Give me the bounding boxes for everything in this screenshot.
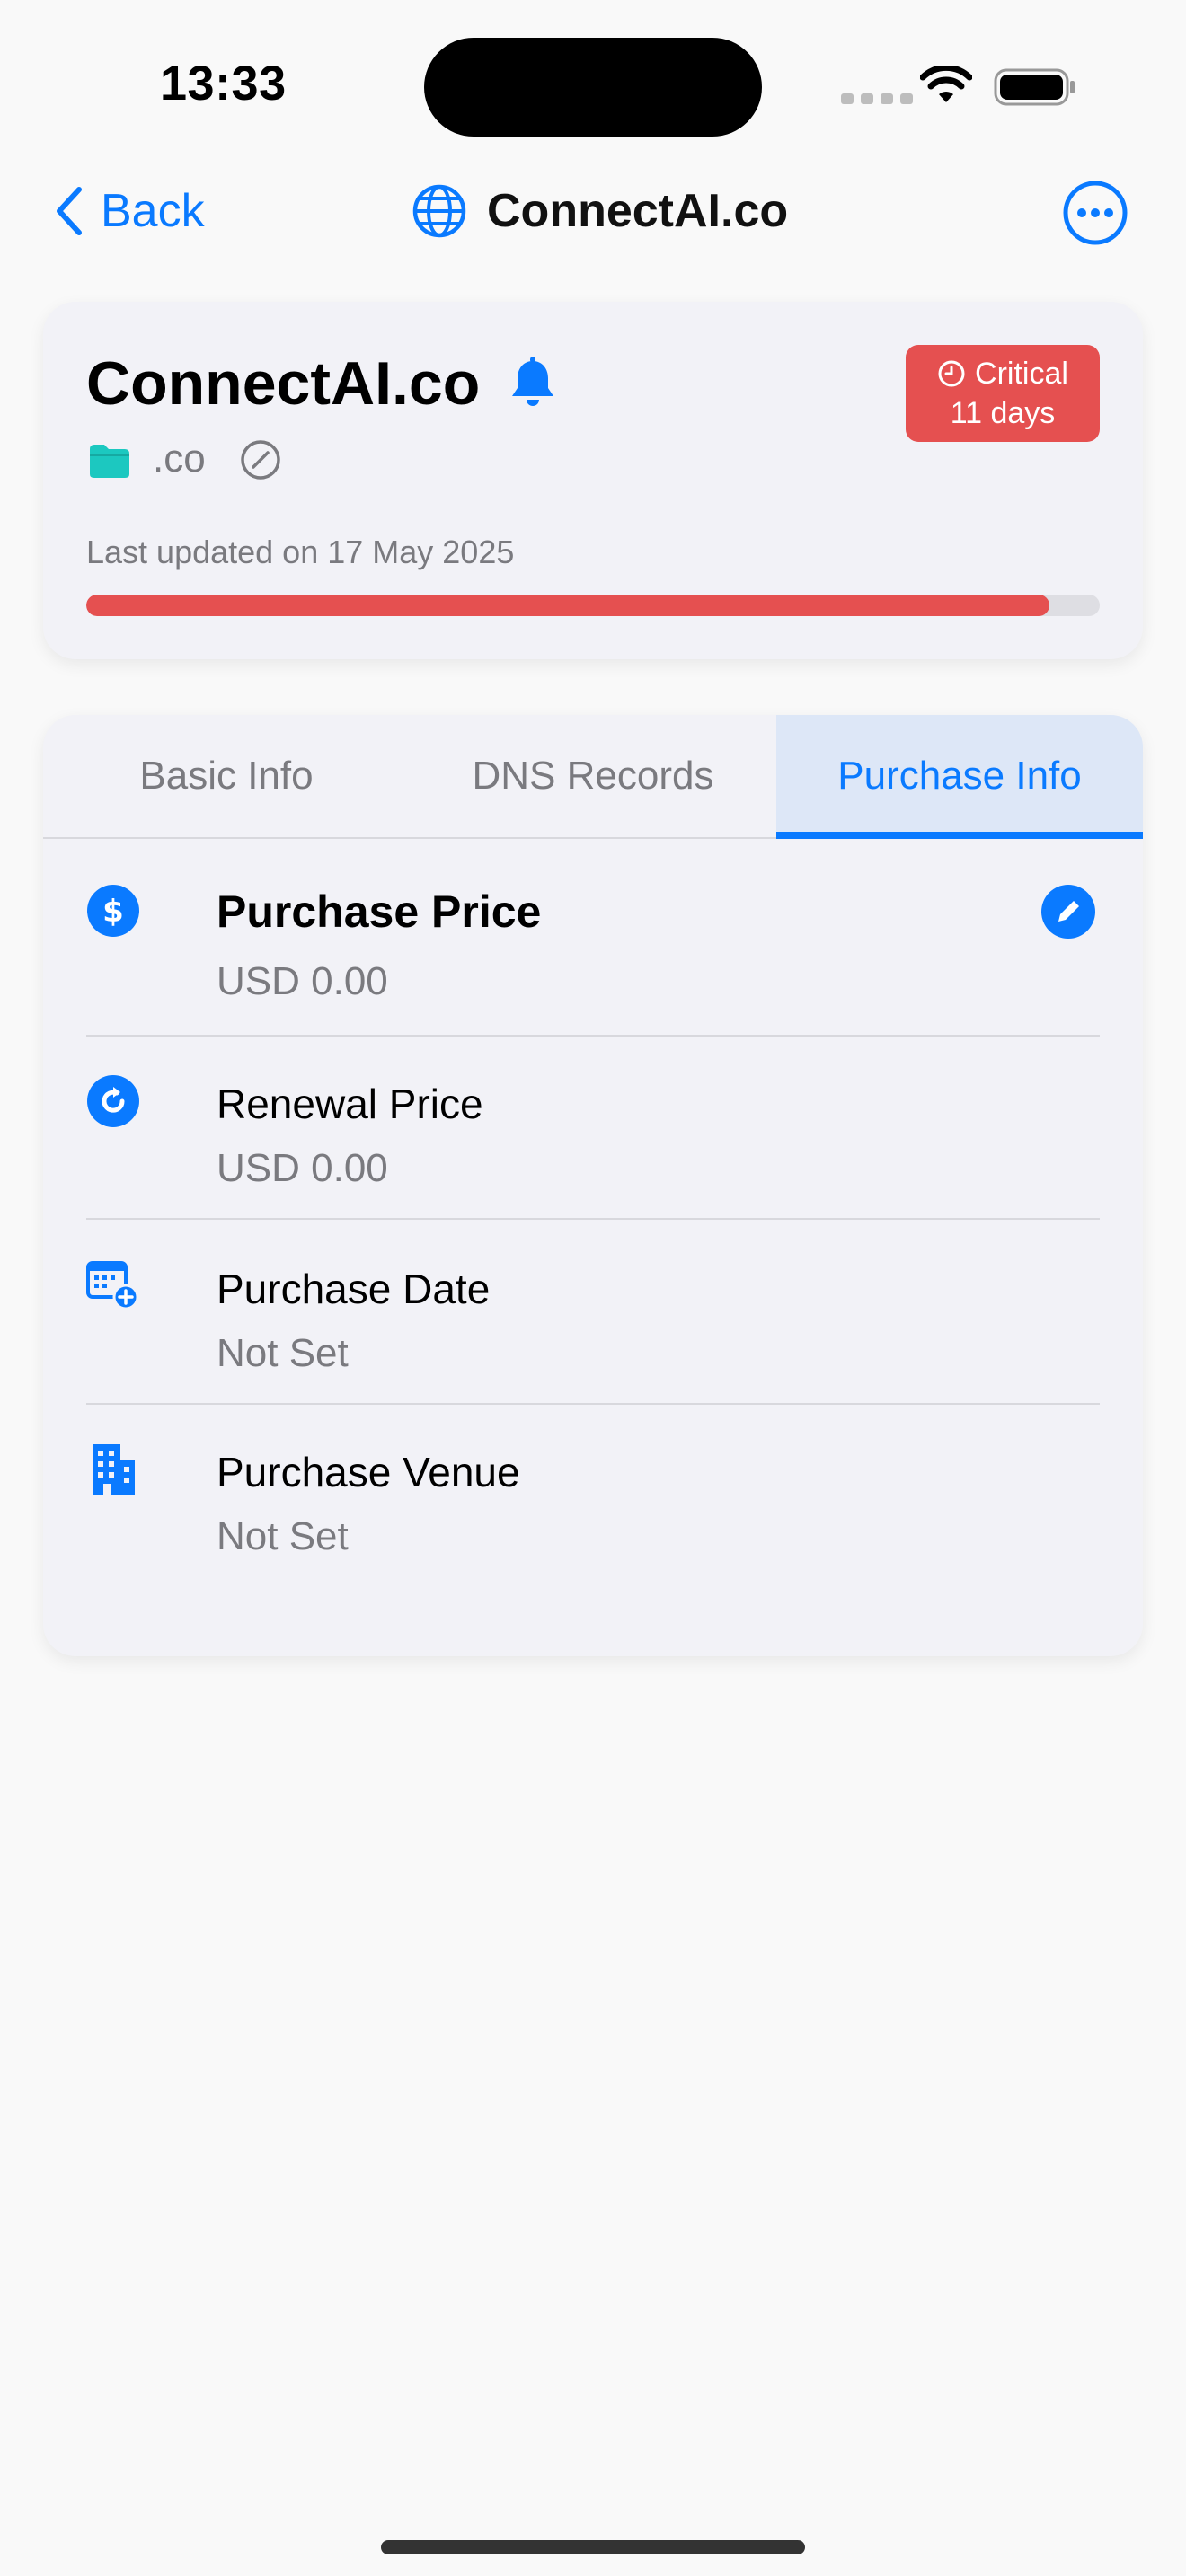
purchase-price-row: $ Purchase Price USD 0.00 bbox=[86, 884, 1100, 1037]
tab-purchase-info[interactable]: Purchase Info bbox=[776, 715, 1143, 839]
svg-text:$: $ bbox=[102, 894, 124, 930]
tab-dns-records[interactable]: DNS Records bbox=[410, 715, 776, 837]
nav-title-label: ConnectAI.co bbox=[487, 185, 789, 237]
domain-name: ConnectAI.co bbox=[86, 349, 481, 418]
purchase-price-label: Purchase Price bbox=[217, 887, 542, 937]
renewal-price-value: USD 0.00 bbox=[217, 1146, 388, 1190]
nav-title: ConnectAI.co bbox=[412, 180, 788, 243]
back-button[interactable]: Back bbox=[52, 180, 205, 243]
prohibited-icon bbox=[241, 440, 280, 480]
badge-remaining: 11 days bbox=[950, 396, 1056, 430]
purchase-venue-value: Not Set bbox=[217, 1514, 349, 1558]
globe-icon bbox=[412, 184, 466, 238]
expiry-progress-bar bbox=[86, 595, 1100, 616]
last-updated-text: Last updated on 17 May 2025 bbox=[86, 534, 515, 570]
domain-details-card: Basic Info DNS Records Purchase Info $ P… bbox=[43, 715, 1143, 1656]
screen: 13:33 Back ConnectAI.co ConnectAI.co Cri… bbox=[0, 0, 1186, 2576]
building-icon bbox=[93, 1444, 135, 1495]
renewal-price-label: Renewal Price bbox=[217, 1081, 483, 1127]
renewal-price-row: Renewal Price USD 0.00 bbox=[86, 1074, 1100, 1220]
chevron-left-icon bbox=[57, 187, 82, 235]
purchase-venue-label: Purchase Venue bbox=[217, 1449, 520, 1495]
critical-status-badge: Critical 11 days bbox=[906, 345, 1100, 442]
badge-status: Critical bbox=[975, 357, 1068, 391]
domain-summary-card: ConnectAI.co Critical 11 days .co Last u… bbox=[43, 302, 1143, 659]
dynamic-island bbox=[424, 38, 762, 137]
expiry-progress-fill bbox=[86, 595, 1049, 616]
more-options-icon[interactable] bbox=[1062, 180, 1128, 246]
row-divider bbox=[86, 1403, 1100, 1405]
edit-pencil-icon[interactable] bbox=[1040, 884, 1096, 940]
tld-label: .co bbox=[153, 437, 206, 481]
purchase-price-value: USD 0.00 bbox=[217, 959, 388, 1003]
battery-icon bbox=[994, 68, 1075, 106]
purchase-date-label: Purchase Date bbox=[217, 1266, 491, 1312]
back-label: Back bbox=[101, 185, 205, 237]
home-indicator bbox=[381, 2540, 805, 2554]
row-divider bbox=[86, 1035, 1100, 1037]
purchase-venue-row: Purchase Venue Not Set bbox=[86, 1442, 1100, 1577]
calendar-add-icon bbox=[86, 1261, 139, 1310]
status-time: 13:33 bbox=[160, 57, 287, 110]
purchase-date-value: Not Set bbox=[217, 1331, 349, 1375]
tab-basic-info[interactable]: Basic Info bbox=[43, 715, 410, 837]
dollar-circle-icon: $ bbox=[87, 885, 139, 937]
tab-bar: Basic Info DNS Records Purchase Info bbox=[43, 715, 1143, 839]
purchase-date-row: Purchase Date Not Set bbox=[86, 1259, 1100, 1405]
wifi-icon bbox=[920, 66, 972, 102]
clock-icon bbox=[938, 360, 965, 387]
row-divider bbox=[86, 1218, 1100, 1220]
bell-icon[interactable] bbox=[503, 354, 562, 413]
renew-circle-icon bbox=[87, 1075, 139, 1127]
cellular-signal-icon bbox=[841, 93, 913, 104]
folder-icon bbox=[90, 445, 129, 478]
